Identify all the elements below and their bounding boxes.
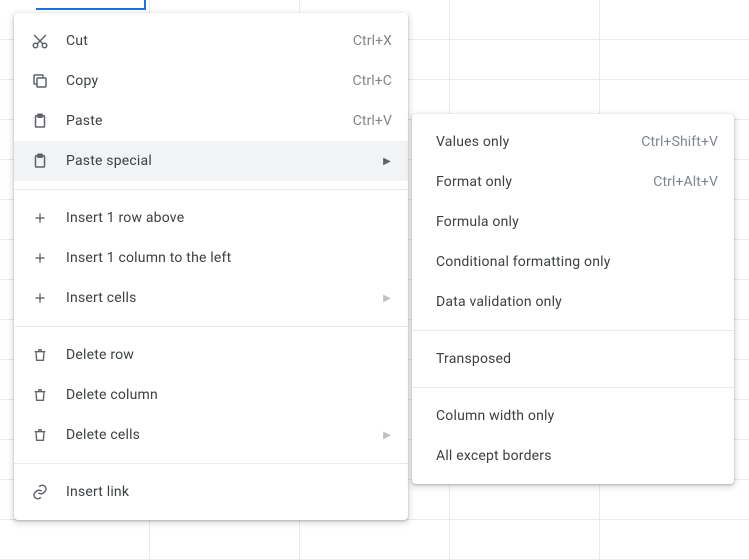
menu-item-label: Values only [436,134,641,150]
menu-divider [14,463,408,464]
menu-item-label: Paste special [66,153,374,169]
menu-item-label: Insert 1 row above [66,210,392,226]
menu-item-label: Insert 1 column to the left [66,250,392,266]
plus-icon [30,248,50,268]
menu-item-label: Transposed [436,351,718,367]
chevron-right-icon: ▶ [382,293,392,304]
paste-special-submenu: Values only Ctrl+Shift+V Format only Ctr… [412,114,734,484]
submenu-item-column-width-only[interactable]: Column width only [412,396,734,436]
menu-item-insert-row-above[interactable]: Insert 1 row above [14,198,408,238]
menu-item-copy[interactable]: Copy Ctrl+C [14,61,408,101]
submenu-item-format-only[interactable]: Format only Ctrl+Alt+V [412,162,734,202]
menu-divider [412,330,734,331]
menu-item-label: Format only [436,174,653,190]
plus-icon [30,208,50,228]
trash-icon [30,345,50,365]
submenu-item-formula-only[interactable]: Formula only [412,202,734,242]
menu-item-label: All except borders [436,448,718,464]
paste-icon [30,151,50,171]
menu-divider [14,189,408,190]
trash-icon [30,425,50,445]
context-menu: Cut Ctrl+X Copy Ctrl+C Paste Ctrl+V [14,13,408,520]
menu-divider [14,326,408,327]
menu-item-label: Delete cells [66,427,374,443]
submenu-item-all-except-borders[interactable]: All except borders [412,436,734,476]
menu-item-label: Insert cells [66,290,374,306]
menu-item-paste[interactable]: Paste Ctrl+V [14,101,408,141]
menu-item-label: Delete row [66,347,392,363]
menu-item-shortcut: Ctrl+X [353,33,392,49]
paste-icon [30,111,50,131]
menu-item-label: Data validation only [436,294,718,310]
menu-item-shortcut: Ctrl+Alt+V [653,174,718,190]
menu-item-cut[interactable]: Cut Ctrl+X [14,21,408,61]
cut-icon [30,31,50,51]
chevron-right-icon: ▶ [382,430,392,441]
menu-item-label: Formula only [436,214,718,230]
plus-icon [30,288,50,308]
trash-icon [30,385,50,405]
menu-divider [412,387,734,388]
submenu-item-values-only[interactable]: Values only Ctrl+Shift+V [412,122,734,162]
menu-item-paste-special[interactable]: Paste special ▶ [14,141,408,181]
copy-icon [30,71,50,91]
menu-item-shortcut: Ctrl+V [353,113,392,129]
link-icon [30,482,50,502]
menu-item-insert-cells[interactable]: Insert cells ▶ [14,278,408,318]
menu-item-delete-row[interactable]: Delete row [14,335,408,375]
menu-item-delete-cells[interactable]: Delete cells ▶ [14,415,408,455]
menu-item-label: Column width only [436,408,718,424]
menu-item-label: Insert link [66,484,392,500]
menu-item-label: Copy [66,73,353,89]
menu-item-shortcut: Ctrl+C [353,73,393,89]
menu-item-delete-column[interactable]: Delete column [14,375,408,415]
submenu-item-data-validation-only[interactable]: Data validation only [412,282,734,322]
menu-item-label: Paste [66,113,353,129]
submenu-item-conditional-formatting-only[interactable]: Conditional formatting only [412,242,734,282]
menu-item-shortcut: Ctrl+Shift+V [641,134,718,150]
menu-item-label: Conditional formatting only [436,254,718,270]
chevron-right-icon: ▶ [382,156,392,167]
submenu-item-transposed[interactable]: Transposed [412,339,734,379]
menu-item-insert-column-left[interactable]: Insert 1 column to the left [14,238,408,278]
menu-item-insert-link[interactable]: Insert link [14,472,408,512]
menu-item-label: Delete column [66,387,392,403]
menu-item-label: Cut [66,33,353,49]
